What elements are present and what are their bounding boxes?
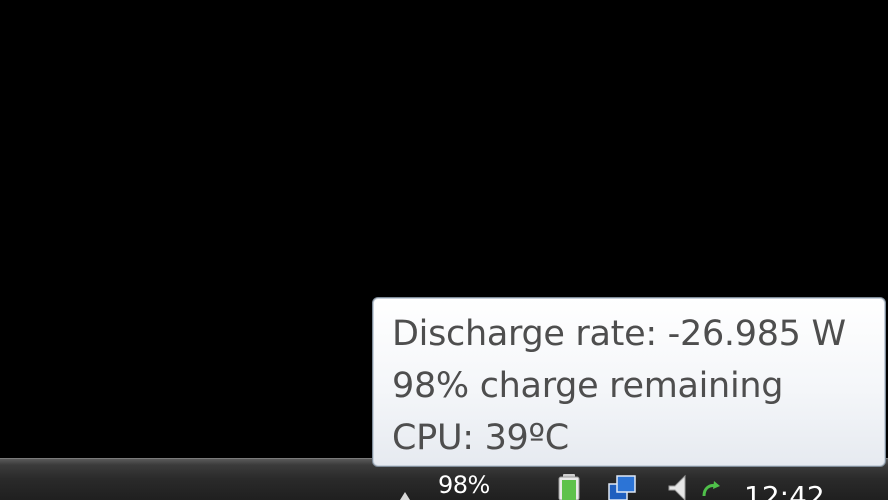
refresh-icon[interactable]: [700, 478, 726, 500]
cpu-temperature-text: CPU: 39ºC: [392, 418, 569, 458]
battery-icon[interactable]: [553, 472, 587, 500]
volume-icon[interactable]: [665, 472, 699, 500]
discharge-rate-text: Discharge rate: -26.985 W: [392, 314, 846, 354]
clock-time[interactable]: 12:42: [744, 482, 825, 500]
battery-tooltip: Discharge rate: -26.985 W 98% charge rem…: [372, 297, 886, 467]
battery-percent-label: 98%: [438, 471, 490, 499]
desktop-screen: 98% 12:42 Discharge rate: -26.985 W 98% …: [0, 0, 888, 500]
charge-remaining-text: 98% charge remaining: [392, 366, 784, 406]
tray-overflow-arrow-icon[interactable]: [398, 488, 412, 500]
network-icon[interactable]: [605, 472, 639, 500]
